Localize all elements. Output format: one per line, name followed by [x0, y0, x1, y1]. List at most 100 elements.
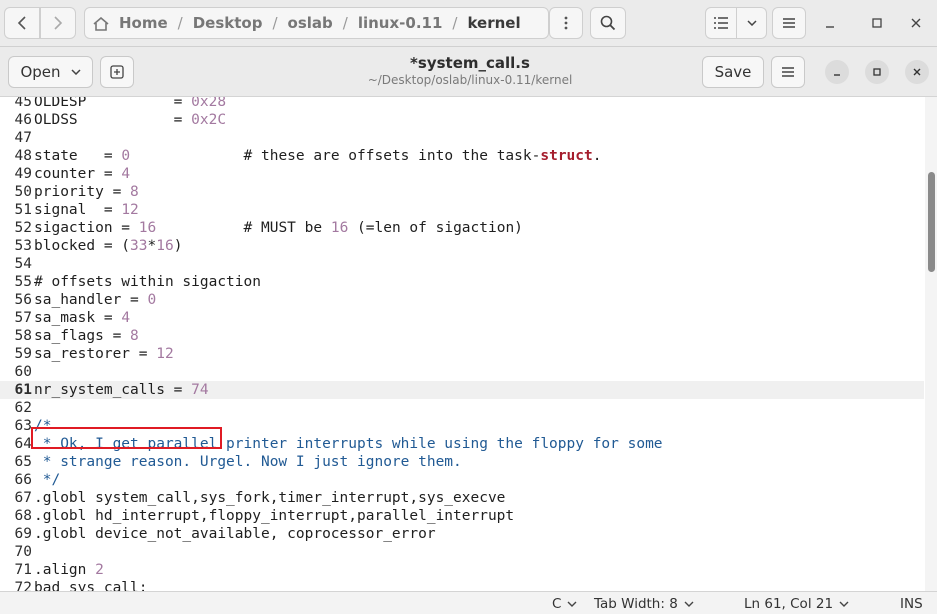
code-token: ) [173, 238, 183, 254]
code-token: (=len of sigaction) [348, 220, 523, 236]
line-number: 69 [14, 526, 32, 542]
breadcrumb-oslab[interactable]: oslab [284, 14, 337, 32]
new-tab-button[interactable] [100, 56, 134, 88]
list-view-button[interactable] [705, 7, 737, 39]
chevron-down-icon [567, 601, 577, 607]
breadcrumb-desktop[interactable]: Desktop [189, 14, 267, 32]
line-text: bad_sys_call: [34, 579, 924, 591]
save-button[interactable]: Save [702, 56, 764, 88]
tab-width-selector[interactable]: Tab Width: 8 [594, 596, 694, 612]
vertical-scrollbar[interactable] [925, 97, 937, 591]
line-number: 52 [14, 220, 32, 236]
code-line: 68 .globl hd_interrupt,floppy_interrupt,p… [0, 507, 924, 525]
code-token: sa_handler = [34, 292, 148, 308]
number-token: 0 [147, 292, 157, 308]
line-number: 50 [14, 184, 32, 200]
code-line: 58 sa_flags = 8 [0, 327, 924, 345]
code-line: 57 sa_mask = 4 [0, 309, 924, 327]
code-line: 71 .align 2 [0, 561, 924, 579]
breadcrumb-separator: / [452, 14, 458, 32]
code-line: 56 sa_handler = 0 [0, 291, 924, 309]
path-menu-button[interactable] [549, 7, 583, 39]
breadcrumb-separator: / [272, 14, 278, 32]
line-number: 72 [14, 580, 32, 591]
document-path: ~/Desktop/oslab/linux-0.11/kernel [367, 73, 573, 87]
code-token: OLDSS = [34, 112, 192, 128]
view-options-dropdown[interactable] [737, 7, 767, 39]
fm-close-button[interactable] [902, 10, 930, 36]
editor-headerbar: Open *system_call.s ~/Desktop/oslab/linu… [0, 47, 937, 97]
open-button[interactable]: Open [8, 56, 93, 88]
file-manager-menu-button[interactable] [772, 7, 806, 39]
fm-maximize-button[interactable] [863, 10, 891, 36]
close-button[interactable] [905, 60, 929, 84]
line-text: sa_mask = 4 [34, 309, 924, 327]
line-text: .globl device_not_available, coprocessor… [34, 525, 924, 543]
language-selector[interactable]: C [552, 596, 577, 612]
back-button[interactable] [4, 7, 40, 39]
breadcrumb-separator: / [177, 14, 183, 32]
search-button[interactable] [590, 7, 626, 39]
number-token: 2 [95, 562, 104, 578]
code-line: 55 # offsets within sigaction [0, 273, 924, 291]
code-editor[interactable]: 45 OLDESP = 0x28 46 OLDSS = 0x2C 47 48 state =… [0, 97, 924, 591]
forward-button[interactable] [40, 7, 76, 39]
code-token: state = [34, 148, 122, 164]
fm-minimize-button[interactable] [816, 10, 844, 36]
line-text: counter = 4 [34, 165, 924, 183]
line-text [34, 363, 924, 381]
code-line: 72 bad_sys_call: [0, 579, 924, 591]
number-token: 4 [121, 166, 131, 182]
line-number: 60 [14, 364, 32, 380]
breadcrumb-home[interactable]: Home [115, 14, 172, 32]
line-number: 55 [14, 274, 32, 290]
code-token: .align [34, 562, 96, 578]
code-line: 49 counter = 4 [0, 165, 924, 183]
breadcrumb-linux[interactable]: linux-0.11 [354, 14, 447, 32]
scrollbar-thumb[interactable] [928, 172, 935, 272]
chevron-left-icon [17, 16, 26, 30]
chevron-down-icon [684, 601, 694, 607]
minimize-button[interactable] [825, 60, 849, 84]
code-token: blocked = ( [34, 238, 131, 254]
home-icon [93, 17, 109, 31]
code-line: 54 [0, 255, 924, 273]
line-number: 58 [14, 328, 32, 344]
code-token: * [147, 238, 157, 254]
line-number: 47 [14, 130, 32, 146]
line-number: 65 [14, 454, 32, 470]
hamburger-menu-icon [782, 67, 794, 77]
line-text: */ [34, 471, 924, 489]
maximize-icon [873, 68, 881, 76]
number-token: 16 [156, 238, 174, 254]
code-line: 66 */ [0, 471, 924, 489]
line-number: 70 [14, 544, 32, 560]
insert-mode-indicator[interactable]: INS [900, 596, 923, 612]
code-line: 60 [0, 363, 924, 381]
editor-menu-button[interactable] [771, 56, 805, 88]
line-number: 56 [14, 292, 32, 308]
maximize-button[interactable] [865, 60, 889, 84]
code-line: 45 OLDESP = 0x28 [0, 97, 924, 111]
line-text: blocked = (33*16) [34, 237, 924, 255]
breadcrumb-separator: / [342, 14, 348, 32]
number-token: 12 [121, 202, 139, 218]
breadcrumb-kernel[interactable]: kernel [463, 14, 524, 32]
line-text [34, 399, 924, 417]
line-text: /* [34, 417, 924, 435]
line-number: 48 [14, 148, 32, 164]
line-text: sa_flags = 8 [34, 327, 924, 345]
line-number: 59 [14, 346, 32, 362]
line-number: 66 [14, 472, 32, 488]
cursor-position[interactable]: Ln 61, Col 21 [744, 596, 849, 612]
code-token: # offsets within sigaction [34, 274, 261, 290]
vertical-ellipsis-icon [564, 16, 568, 30]
line-number: 46 [14, 112, 32, 128]
code-line: 48 state = 0 # these are offsets into the… [0, 147, 924, 165]
line-number: 53 [14, 238, 32, 254]
line-number: 45 [14, 97, 32, 110]
line-text: nr_system_calls = 74 [34, 381, 924, 399]
number-token: 0x2C [191, 112, 227, 128]
line-text: * strange reason. Urgel. Now I just igno… [34, 453, 924, 471]
line-text: sa_handler = 0 [34, 291, 924, 309]
